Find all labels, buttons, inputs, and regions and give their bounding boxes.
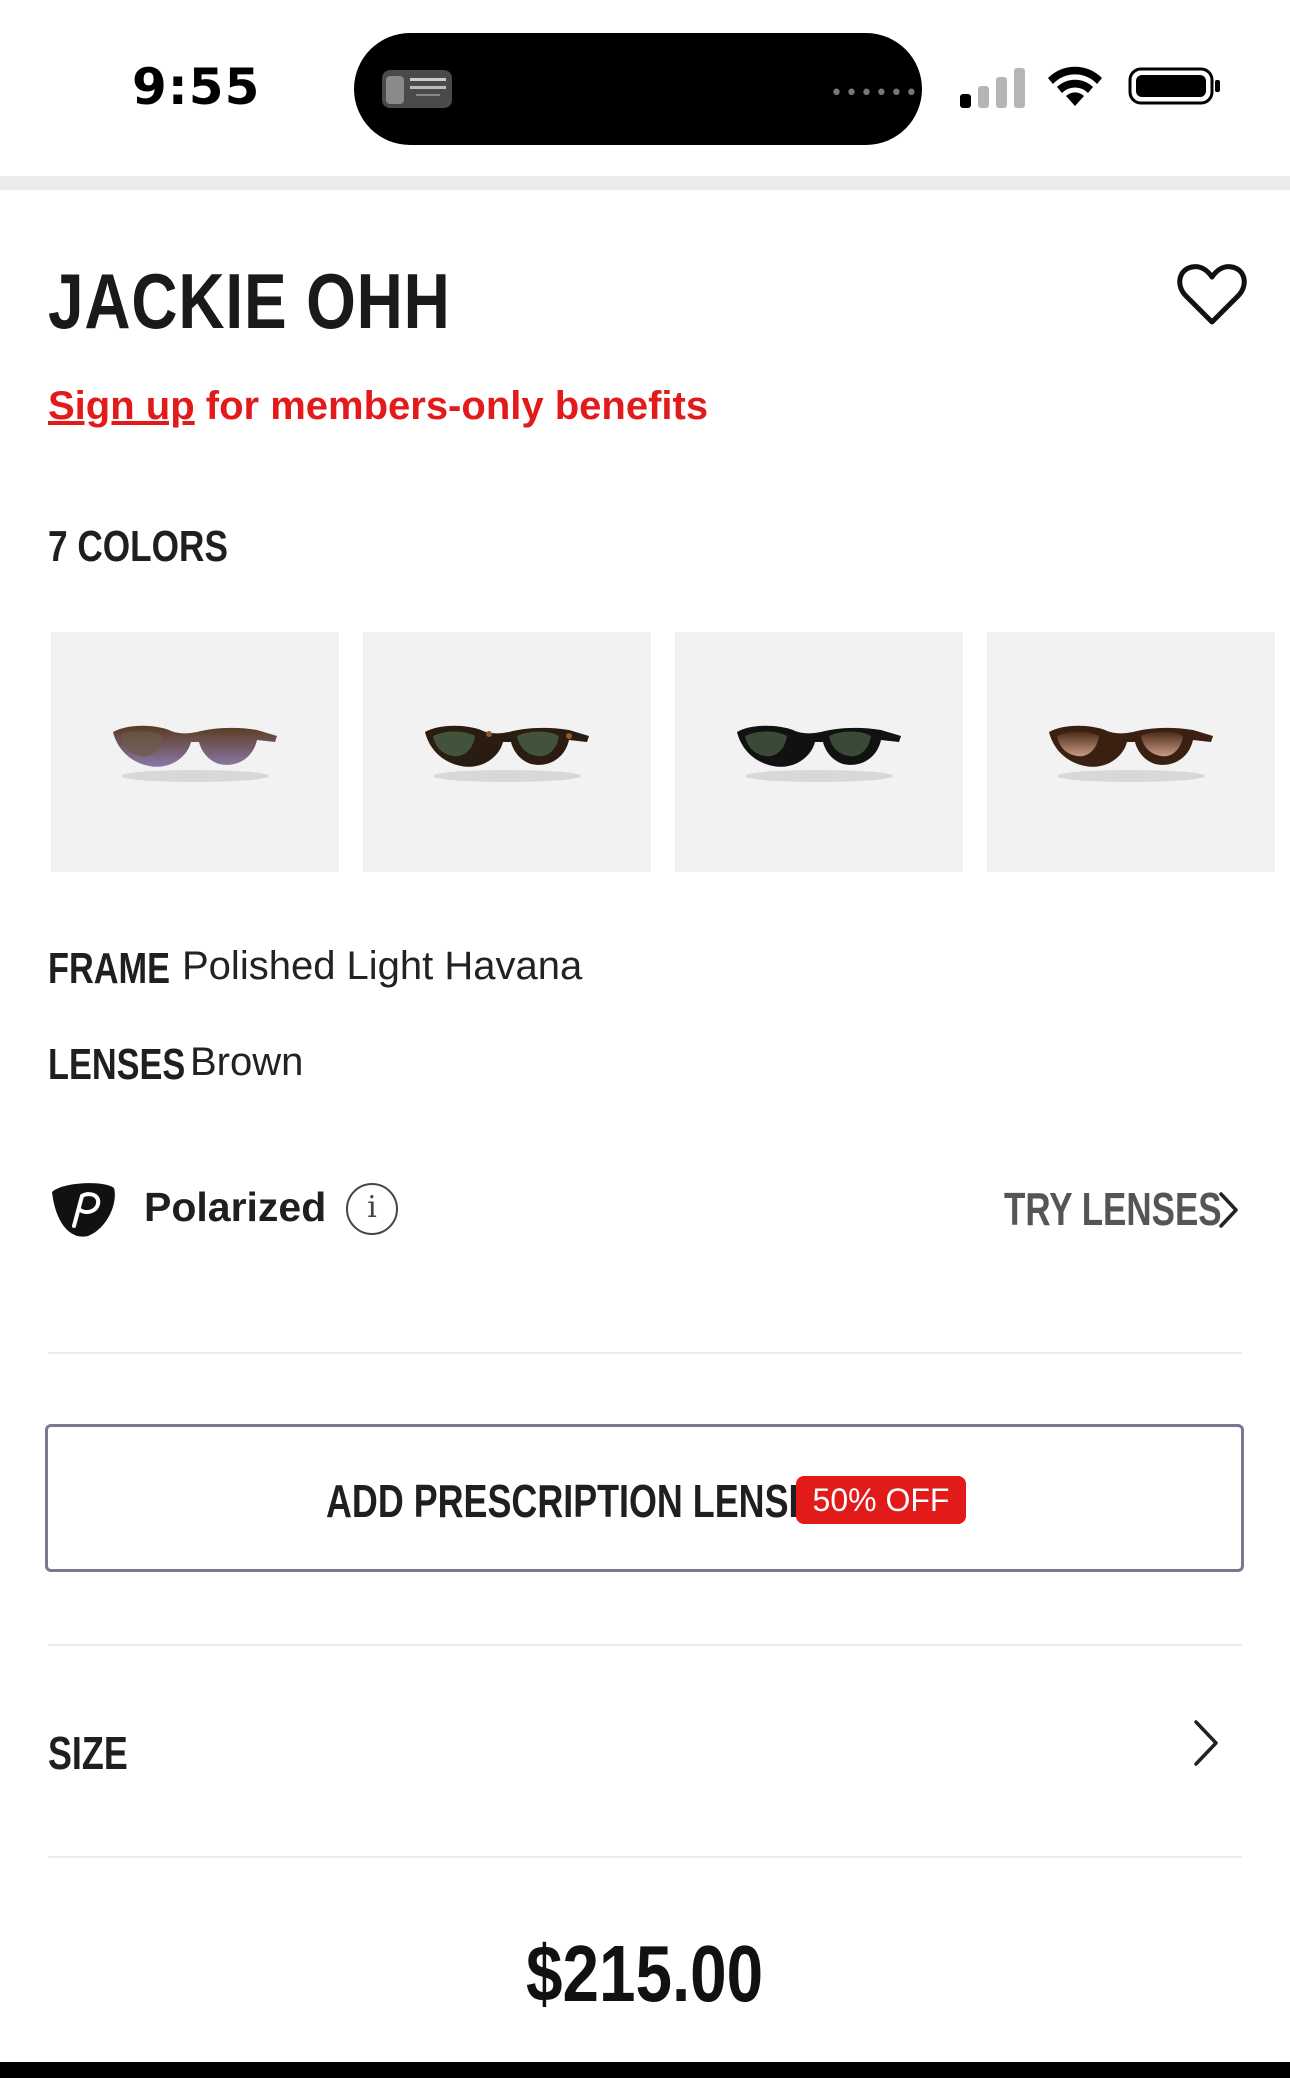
price-value: $215.00	[526, 1929, 764, 2018]
frame-label: FRAME	[48, 944, 171, 993]
header-divider	[0, 176, 1290, 190]
status-time: 9:55	[132, 58, 261, 116]
colors-count-label: 7 COLORS	[48, 522, 228, 571]
wishlist-heart-icon[interactable]	[1176, 262, 1248, 328]
lenses-value: Brown	[190, 1040, 304, 1084]
polarized-label: Polarized	[144, 1184, 327, 1230]
product-title: JACKIE OHH	[48, 257, 451, 345]
sunglasses-brown-violet-icon	[113, 725, 277, 782]
chevron-right-icon[interactable]	[1218, 1190, 1240, 1230]
now-playing-artwork-icon	[382, 70, 452, 108]
discount-badge: 50% OFF	[796, 1476, 966, 1524]
add-prescription-lenses-button[interactable]: ADD PRESCRIPTION LENSES 50% OFF	[45, 1424, 1244, 1572]
product-price: $215.00	[0, 1928, 1290, 2020]
battery-icon	[1128, 67, 1220, 105]
sunglasses-havana-green-icon	[425, 725, 589, 782]
size-selector-row[interactable]: SIZE	[0, 1644, 1290, 1856]
dynamic-island[interactable]: ••••••	[354, 33, 922, 145]
lenses-spec: LENSES Brown	[48, 1040, 303, 1090]
chevron-right-icon	[1194, 1720, 1218, 1766]
status-bar: 9:55 ••••••	[0, 0, 1290, 176]
cellular-signal-icon	[960, 64, 1026, 108]
signup-promo-text: for members-only benefits	[194, 384, 709, 428]
bottom-bar	[0, 2062, 1290, 2078]
color-swatch-3[interactable]	[675, 632, 963, 872]
color-swatch-4[interactable]	[987, 632, 1275, 872]
color-swatch-2[interactable]	[363, 632, 651, 872]
add-prescription-label: ADD PRESCRIPTION LENSES	[326, 1475, 837, 1527]
frame-spec: FRAME Polished Light Havana	[48, 944, 582, 994]
size-label: SIZE	[48, 1727, 128, 1779]
signup-promo: Sign up for members-only benefits	[48, 384, 708, 429]
polarized-p-icon	[52, 1183, 115, 1237]
try-lenses-link[interactable]: TRY LENSES	[1004, 1182, 1222, 1236]
signup-link[interactable]: Sign up	[48, 384, 195, 428]
color-swatch-1[interactable]	[51, 632, 339, 872]
lenses-label: LENSES	[48, 1040, 186, 1089]
sunglasses-havana-brown-gradient-icon	[1049, 725, 1213, 782]
info-icon[interactable]: i	[346, 1183, 398, 1235]
sunglasses-black-green-icon	[737, 725, 901, 782]
product-page: 9:55 •••••• JACKIE OHH Sign up for membe…	[0, 0, 1290, 2078]
section-divider	[48, 1856, 1242, 1858]
wifi-icon	[1048, 66, 1102, 106]
section-divider	[48, 1352, 1242, 1354]
frame-value: Polished Light Havana	[182, 944, 583, 988]
audio-waveform-icon: ••••••	[830, 81, 920, 106]
